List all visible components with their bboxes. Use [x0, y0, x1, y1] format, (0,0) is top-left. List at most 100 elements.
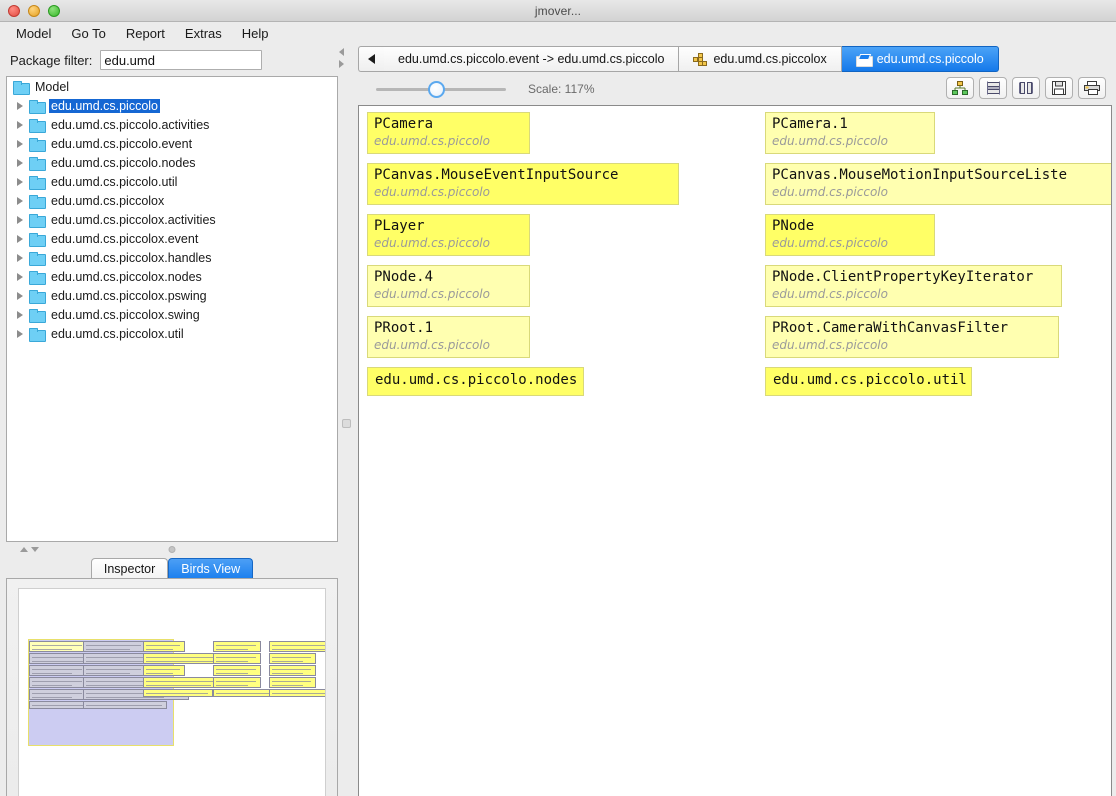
save-button[interactable] — [1045, 77, 1073, 99]
tab-inspector[interactable]: Inspector — [90, 558, 169, 579]
tree-item-piccolo[interactable]: edu.umd.cs.piccolo — [7, 96, 337, 115]
left-arrow-icon[interactable] — [339, 48, 344, 56]
birds-view-node — [269, 653, 316, 664]
tree-root-model[interactable]: Model — [7, 77, 337, 96]
class-node[interactable]: PCamera.1 edu.umd.cs.piccolo — [765, 112, 935, 154]
tree-item-piccolo-util[interactable]: edu.umd.cs.piccolo.util — [7, 172, 337, 191]
class-node[interactable]: PLayer edu.umd.cs.piccolo — [367, 214, 530, 256]
window-title: jmover... — [534, 3, 582, 18]
birds-view-node — [29, 689, 87, 700]
tab-piccolo[interactable]: edu.umd.cs.piccolo — [841, 46, 999, 72]
tree-item-piccolo-activities[interactable]: edu.umd.cs.piccolo.activities — [7, 115, 337, 134]
node-title: PLayer — [374, 218, 425, 234]
node-title: PCamera.1 — [772, 116, 848, 132]
chevron-right-icon[interactable] — [11, 120, 29, 129]
chevron-right-icon[interactable] — [11, 177, 29, 186]
tab-piccolox[interactable]: edu.umd.cs.piccolox — [679, 46, 842, 72]
menu-extras[interactable]: Extras — [175, 24, 232, 43]
class-node[interactable]: PCamera edu.umd.cs.piccolo — [367, 112, 530, 154]
package-tree[interactable]: Model edu.umd.cs.piccolo edu.umd.cs.picc… — [6, 76, 338, 542]
right-arrow-icon[interactable] — [339, 60, 344, 68]
node-title: PCanvas.MouseMotionInputSourceListe — [772, 167, 1068, 183]
folder-icon — [29, 270, 46, 285]
tree-item-piccolox-handles[interactable]: edu.umd.cs.piccolox.handles — [7, 248, 337, 267]
tab-piccolo-event-to-piccolo[interactable]: edu.umd.cs.piccolo.event -> edu.umd.cs.p… — [384, 46, 680, 72]
chevron-right-icon[interactable] — [11, 101, 29, 110]
folder-icon — [13, 80, 30, 95]
vertical-layout-button[interactable] — [1012, 77, 1040, 99]
package-node[interactable]: edu.umd.cs.piccolo.nodes — [367, 367, 584, 396]
birds-view-canvas[interactable] — [18, 588, 326, 796]
tree-item-piccolo-nodes[interactable]: edu.umd.cs.piccolo.nodes — [7, 153, 337, 172]
menu-help[interactable]: Help — [232, 24, 279, 43]
node-package: edu.umd.cs.piccolo — [772, 133, 888, 148]
tab-birds-view[interactable]: Birds View — [168, 558, 254, 579]
chevron-right-icon[interactable] — [11, 253, 29, 262]
chevron-right-icon[interactable] — [11, 272, 29, 281]
folder-icon — [29, 118, 46, 133]
folder-icon — [29, 232, 46, 247]
tree-item-piccolox-pswing[interactable]: edu.umd.cs.piccolox.pswing — [7, 286, 337, 305]
vertical-splitter[interactable] — [338, 46, 356, 792]
package-node[interactable]: edu.umd.cs.piccolo.util — [765, 367, 972, 396]
menu-go-to[interactable]: Go To — [61, 24, 115, 43]
maximize-button[interactable] — [48, 5, 60, 17]
chevron-right-icon[interactable] — [11, 310, 29, 319]
class-node[interactable]: PRoot.CameraWithCanvasFilter edu.umd.cs.p… — [765, 316, 1059, 358]
class-node[interactable]: PNode.4 edu.umd.cs.piccolo — [367, 265, 530, 307]
back-button[interactable] — [358, 46, 384, 72]
splitter-handle[interactable] — [168, 546, 176, 553]
package-filter-row: Package filter: — [4, 46, 338, 74]
tree-item-label: edu.umd.cs.piccolox.swing — [51, 307, 200, 322]
tree-item-piccolox[interactable]: edu.umd.cs.piccolox — [7, 191, 337, 210]
class-node[interactable]: PRoot.1 edu.umd.cs.piccolo — [367, 316, 530, 358]
menu-model[interactable]: Model — [6, 24, 61, 43]
node-title: PNode.ClientPropertyKeyIterator — [772, 269, 1034, 285]
tree-item-piccolox-event[interactable]: edu.umd.cs.piccolox.event — [7, 229, 337, 248]
node-title: PNode — [772, 218, 815, 234]
up-arrow-icon[interactable] — [20, 546, 28, 552]
chevron-right-icon[interactable] — [11, 234, 29, 243]
folder-icon — [29, 156, 46, 171]
chevron-right-icon[interactable] — [11, 139, 29, 148]
tree-item-label: edu.umd.cs.piccolo.util — [51, 174, 178, 189]
birds-view-node — [83, 665, 146, 676]
back-arrow-icon — [368, 54, 375, 64]
minimize-button[interactable] — [28, 5, 40, 17]
application-window: jmover... Model Go To Report Extras Help… — [0, 0, 1116, 796]
splitter-handle[interactable] — [342, 419, 351, 428]
slider-thumb[interactable] — [428, 81, 445, 98]
chevron-right-icon[interactable] — [11, 196, 29, 205]
tree-item-label: edu.umd.cs.piccolo.event — [51, 136, 193, 151]
tree-item-piccolox-activities[interactable]: edu.umd.cs.piccolox.activities — [7, 210, 337, 229]
print-button[interactable] — [1078, 77, 1106, 99]
chevron-right-icon[interactable] — [11, 329, 29, 338]
node-package: edu.umd.cs.piccolo — [772, 184, 888, 199]
horizontal-splitter[interactable] — [6, 543, 338, 555]
node-package: edu.umd.cs.piccolo — [374, 337, 490, 352]
tree-item-piccolo-event[interactable]: edu.umd.cs.piccolo.event — [7, 134, 337, 153]
class-diagram-canvas[interactable]: PCamera edu.umd.cs.piccolo PCanvas.MouseEv… — [358, 105, 1112, 796]
close-button[interactable] — [8, 5, 20, 17]
class-node[interactable]: PCanvas.MouseMotionInputSourceListe edu.u… — [765, 163, 1111, 205]
horizontal-layout-button[interactable] — [979, 77, 1007, 99]
class-node[interactable]: PNode.ClientPropertyKeyIterator edu.umd.c… — [765, 265, 1062, 307]
package-filter-label: Package filter: — [10, 52, 93, 68]
birds-view-panel — [6, 578, 338, 796]
node-package: edu.umd.cs.piccolo — [772, 337, 888, 352]
tree-item-piccolox-util[interactable]: edu.umd.cs.piccolox.util — [7, 324, 337, 343]
tree-item-piccolox-nodes[interactable]: edu.umd.cs.piccolox.nodes — [7, 267, 337, 286]
node-package: edu.umd.cs.piccolo — [772, 286, 888, 301]
birds-view-node — [143, 665, 185, 676]
chevron-right-icon[interactable] — [11, 291, 29, 300]
package-filter-input[interactable] — [100, 50, 263, 70]
class-node[interactable]: PNode edu.umd.cs.piccolo — [765, 214, 935, 256]
hierarchy-layout-button[interactable] — [946, 77, 974, 99]
tree-item-piccolox-swing[interactable]: edu.umd.cs.piccolox.swing — [7, 305, 337, 324]
class-node[interactable]: PCanvas.MouseEventInputSource edu.umd.cs.… — [367, 163, 679, 205]
chevron-right-icon[interactable] — [11, 158, 29, 167]
chevron-right-icon[interactable] — [11, 215, 29, 224]
menu-report[interactable]: Report — [116, 24, 175, 43]
down-arrow-icon[interactable] — [31, 546, 39, 552]
scale-slider[interactable] — [376, 79, 506, 99]
